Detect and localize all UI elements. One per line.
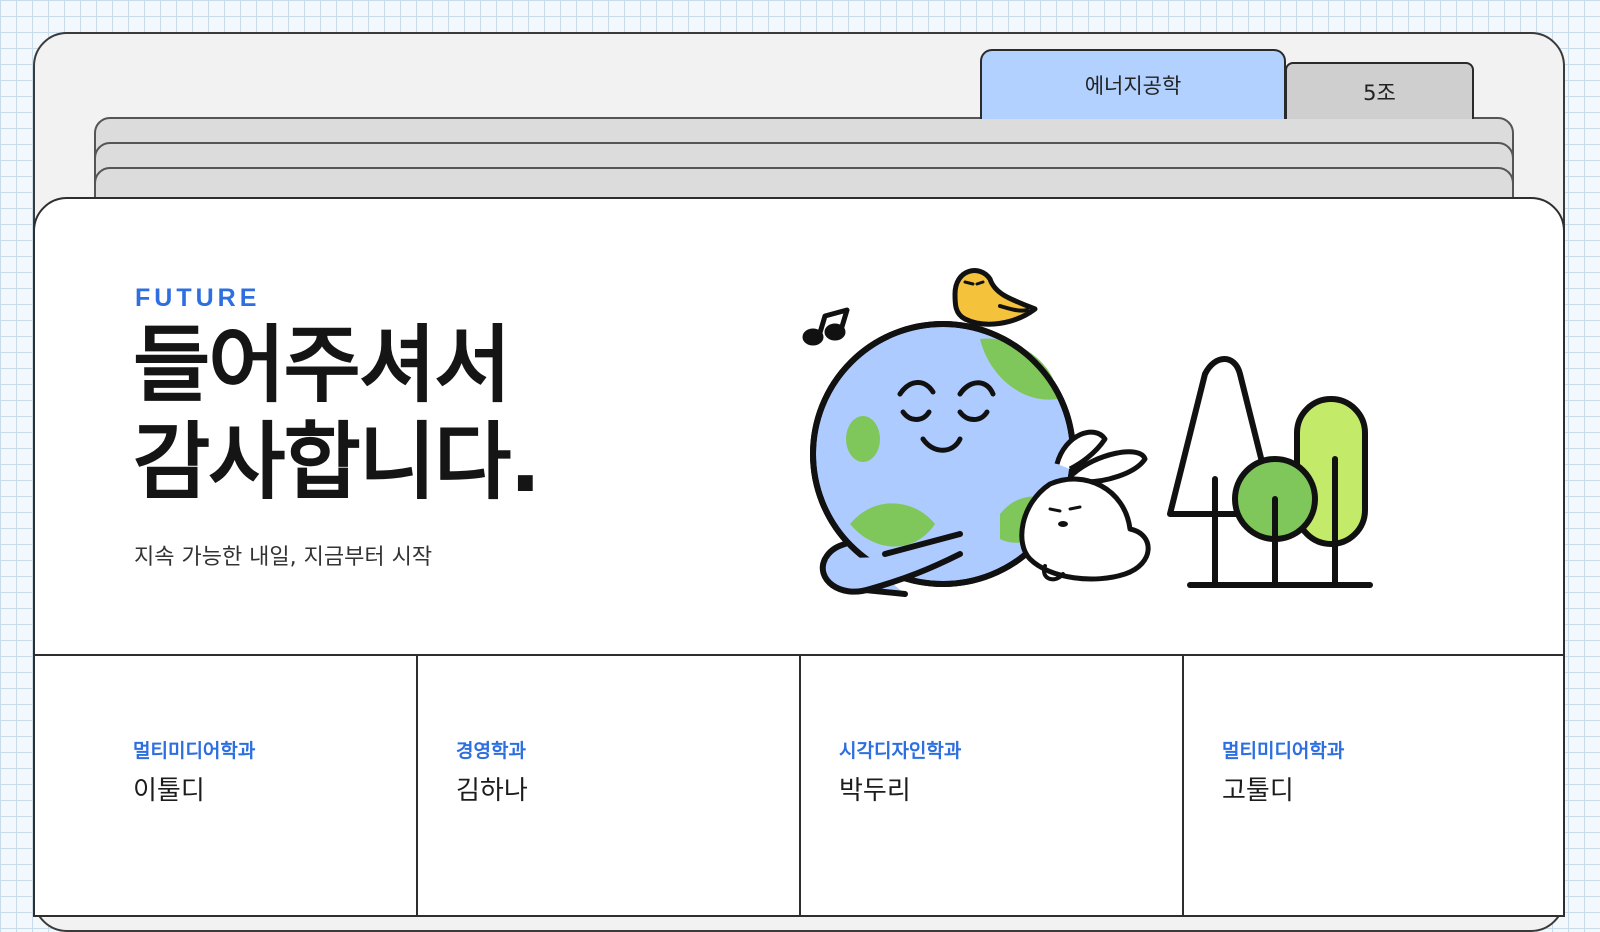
member-name: 김하나 xyxy=(456,776,528,806)
member-name: 이툴디 xyxy=(133,776,205,806)
member-department: 경영학과 xyxy=(456,740,526,762)
member-card: 경영학과 김하나 xyxy=(418,656,801,915)
hero-illustration xyxy=(802,268,1373,597)
title-line-1: 들어주셔서 xyxy=(133,316,511,414)
eyebrow-label: FUTURE xyxy=(135,284,261,312)
music-note-icon xyxy=(802,307,850,346)
trees-icon xyxy=(1167,356,1373,588)
team-members: 멀티미디어학과 이툴디 경영학과 김하나 시각디자인학과 박두리 멀티미디어학과… xyxy=(35,656,1563,915)
member-card: 멀티미디어학과 이툴디 xyxy=(35,656,418,915)
bird-icon xyxy=(952,268,1038,327)
member-name: 고툴디 xyxy=(1222,776,1294,806)
member-department: 멀티미디어학과 xyxy=(133,740,256,762)
tab-team-5-label: 5조 xyxy=(1363,80,1396,105)
member-name: 박두리 xyxy=(839,776,911,806)
main-card: FUTURE 들어주셔서 감사합니다. 지속 가능한 내일, 지금부터 시작 멀… xyxy=(33,197,1565,917)
title-line-2: 감사합니다. xyxy=(133,413,541,511)
tab-team-5[interactable]: 5조 xyxy=(1285,62,1474,119)
member-department: 시각디자인학과 xyxy=(839,740,962,762)
tab-energy-engineering-label: 에너지공학 xyxy=(1084,74,1182,98)
tab-energy-engineering[interactable]: 에너지공학 xyxy=(980,49,1286,119)
member-card: 시각디자인학과 박두리 xyxy=(801,656,1184,915)
page-title: 들어주셔서 감사합니다. xyxy=(133,316,541,511)
member-card: 멀티미디어학과 고툴디 xyxy=(1184,656,1563,915)
subtitle: 지속 가능한 내일, 지금부터 시작 xyxy=(134,545,433,570)
member-department: 멀티미디어학과 xyxy=(1222,740,1345,762)
